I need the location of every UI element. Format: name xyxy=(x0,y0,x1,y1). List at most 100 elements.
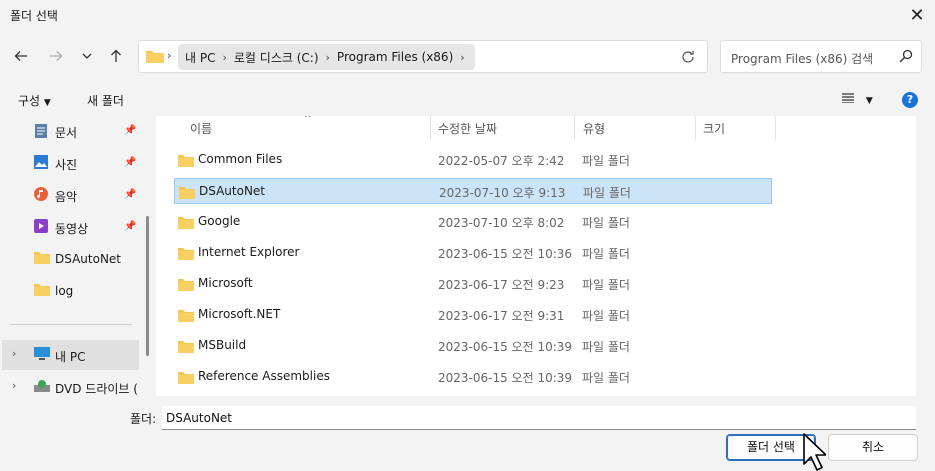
list-view-icon xyxy=(842,93,854,104)
table-row[interactable]: Google 2023-07-10 오후 8:02 파일 폴더 xyxy=(174,209,772,235)
breadcrumb-local-disk[interactable]: 로컬 디스크 (C:) xyxy=(231,49,322,66)
table-row[interactable]: Internet Explorer 2023-06-15 오전 10:36 파일 폴… xyxy=(174,240,772,266)
close-icon: ✕ xyxy=(909,4,925,26)
file-type: 파일 폴더 xyxy=(582,371,630,385)
forward-button[interactable] xyxy=(44,44,68,68)
chevron-down-icon xyxy=(82,53,92,59)
sidebar-scrollbar[interactable] xyxy=(146,216,149,356)
folder-icon xyxy=(178,279,194,291)
folder-icon xyxy=(178,155,194,167)
file-type: 파일 폴더 xyxy=(582,278,630,292)
organize-button[interactable]: 구성 ▼ xyxy=(18,92,51,109)
file-name: Microsoft.NET xyxy=(198,307,281,321)
refresh-icon[interactable] xyxy=(681,50,695,64)
music-icon xyxy=(34,187,48,201)
column-separator[interactable] xyxy=(430,116,431,140)
arrow-up-icon xyxy=(111,49,121,62)
column-separator[interactable] xyxy=(695,116,696,140)
new-folder-button[interactable]: 새 폴더 xyxy=(87,92,124,109)
cancel-button[interactable]: 취소 xyxy=(828,434,918,461)
column-separator[interactable] xyxy=(775,116,776,140)
expand-chevron-icon[interactable]: › xyxy=(12,347,16,360)
file-date: 2023-06-15 오전 10:39 xyxy=(438,371,573,385)
arrow-left-icon xyxy=(14,51,27,61)
file-date: 2023-06-15 오전 10:39 xyxy=(438,340,573,354)
view-options-button[interactable]: ▼ xyxy=(842,92,873,106)
file-date: 2023-07-10 오후 9:13 xyxy=(439,186,566,200)
search-box[interactable]: Program Files (x86) 검색 xyxy=(720,40,922,73)
folder-icon xyxy=(178,248,194,260)
breadcrumb-separator[interactable]: › xyxy=(456,51,468,64)
file-type: 파일 폴더 xyxy=(582,309,630,323)
file-name: Microsoft xyxy=(198,276,253,290)
file-name: Google xyxy=(198,214,241,228)
column-header-size[interactable]: 크기 xyxy=(703,120,725,137)
list-scrollbar[interactable] xyxy=(916,116,935,396)
table-row[interactable]: Microsoft 2023-06-17 오전 9:23 파일 폴더 xyxy=(174,271,772,297)
file-date: 2023-06-15 오전 10:36 xyxy=(438,247,573,261)
file-date: 2023-06-17 오전 9:23 xyxy=(438,278,565,292)
sidebar-item-label: 내 PC xyxy=(55,350,86,364)
back-button[interactable] xyxy=(9,44,33,68)
table-row[interactable]: Reference Assemblies 2023-06-15 오전 10:39 파… xyxy=(174,364,772,390)
breadcrumb-program-files[interactable]: Program Files (x86) xyxy=(334,50,456,64)
file-name: DSAutoNet xyxy=(199,184,266,198)
folder-icon xyxy=(178,372,194,384)
table-row[interactable]: Common Files 2022-05-07 오후 2:42 파일 폴더 xyxy=(174,147,772,173)
up-button[interactable] xyxy=(104,44,128,68)
file-type: 파일 폴더 xyxy=(583,186,631,200)
close-button[interactable]: ✕ xyxy=(899,0,935,30)
sidebar-item-label: DVD 드라이브 ( xyxy=(55,382,138,396)
navigation-pane: 문서 📌 사진 📌 음악 📌 동영상 📌 DSAutoNet log › 내 P… xyxy=(0,116,156,396)
table-row[interactable]: MSBuild 2023-06-15 오전 10:39 파일 폴더 xyxy=(174,333,772,359)
column-header-name[interactable]: 이름 xyxy=(190,120,212,137)
dvd-drive-icon xyxy=(34,380,50,392)
file-list: 이름 ^ 수정한 날짜 유형 크기 Common Files 2022-05-07… xyxy=(156,116,916,396)
table-row[interactable]: DSAutoNet 2023-07-10 오후 9:13 파일 폴더 xyxy=(174,178,772,204)
pictures-icon xyxy=(34,155,48,169)
file-type: 파일 폴더 xyxy=(582,340,630,354)
title-bar: 폴더 선택 ✕ xyxy=(0,0,935,30)
videos-icon xyxy=(34,219,48,233)
window-title: 폴더 선택 xyxy=(10,9,58,23)
help-icon[interactable]: ? xyxy=(902,92,918,108)
expand-chevron-icon[interactable]: › xyxy=(12,379,16,392)
file-name: Reference Assemblies xyxy=(198,369,330,383)
sidebar-item-label: 사진 xyxy=(55,158,78,172)
file-date: 2023-07-10 오후 8:02 xyxy=(438,216,565,230)
folder-icon xyxy=(179,187,195,199)
folder-icon xyxy=(178,217,194,229)
file-date: 2023-06-17 오전 9:31 xyxy=(438,309,565,323)
file-date: 2022-05-07 오후 2:42 xyxy=(438,154,565,168)
table-row[interactable]: Microsoft.NET 2023-06-17 오전 9:31 파일 폴더 xyxy=(174,302,772,328)
search-icon xyxy=(899,49,913,63)
search-input[interactable]: Program Files (x86) 검색 xyxy=(731,50,873,67)
organize-label: 구성 xyxy=(18,94,41,108)
folder-icon xyxy=(178,310,194,322)
column-header-date[interactable]: 수정한 날짜 xyxy=(438,120,497,137)
pin-icon: 📌 xyxy=(124,157,137,168)
file-type: 파일 폴더 xyxy=(582,216,630,230)
caret-down-icon: ▼ xyxy=(43,98,51,108)
sidebar-item-label: 문서 xyxy=(55,126,78,140)
arrow-right-icon xyxy=(50,51,63,61)
column-header-type[interactable]: 유형 xyxy=(583,120,605,137)
computer-icon xyxy=(34,347,50,360)
caret-down-icon: ▼ xyxy=(865,96,873,106)
sidebar-item-label: 음악 xyxy=(55,190,78,204)
file-type: 파일 폴더 xyxy=(582,154,630,168)
breadcrumb-separator[interactable]: › xyxy=(218,51,230,64)
folder-name-field[interactable] xyxy=(162,406,916,430)
file-name: Common Files xyxy=(198,152,283,166)
breadcrumb-root-chevron[interactable]: › xyxy=(167,49,171,62)
breadcrumb-separator[interactable]: › xyxy=(322,51,334,64)
breadcrumb-this-pc[interactable]: 내 PC xyxy=(182,49,218,66)
sidebar-item-label: DSAutoNet xyxy=(55,252,122,266)
pin-icon: 📌 xyxy=(124,125,137,136)
pin-icon: 📌 xyxy=(124,189,137,200)
sidebar-item-this-pc[interactable]: › 내 PC xyxy=(2,340,139,370)
recent-locations-button[interactable] xyxy=(75,44,99,68)
column-separator[interactable] xyxy=(574,116,575,140)
folder-label: 폴더: xyxy=(130,412,157,426)
pin-icon: 📌 xyxy=(124,221,137,232)
